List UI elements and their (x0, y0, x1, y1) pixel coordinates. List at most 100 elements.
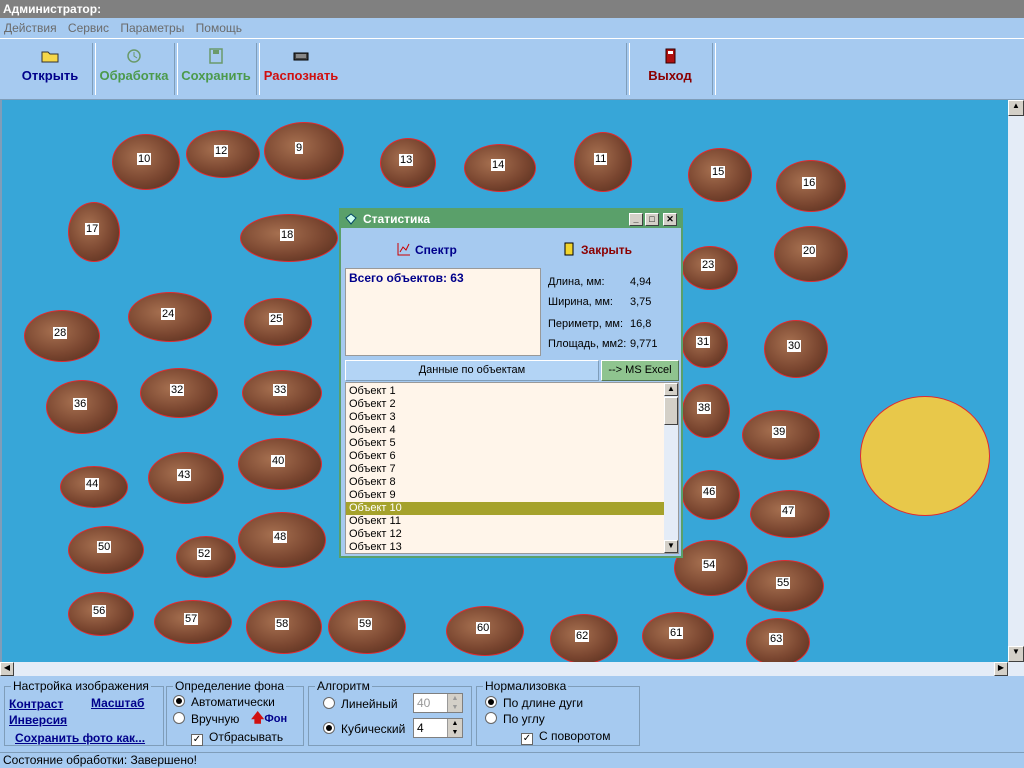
exit-button-label: Выход (648, 68, 692, 83)
export-excel-button[interactable]: --> MS Excel (601, 360, 679, 381)
scroll-down-button[interactable]: ▼ (1008, 646, 1024, 662)
save-photo-link[interactable]: Сохранить фото как... (15, 731, 145, 745)
spectrum-button[interactable]: Спектр (397, 242, 457, 257)
cubic-spinner-value: 4 (417, 721, 424, 735)
linear-radio-dot (323, 697, 335, 709)
auto-radio-label: Автоматически (191, 695, 275, 709)
close-dialog-button-label: Закрыть (581, 243, 633, 257)
vertical-scrollbar[interactable]: ▲ ▼ (1008, 100, 1024, 662)
menu-actions[interactable]: Действия (0, 18, 61, 38)
cubic-radio[interactable]: Кубический (323, 722, 405, 736)
image-settings-title: Настройка изображения (11, 679, 151, 693)
discard-checkbox[interactable]: ✓ Отбрасывать (191, 730, 283, 746)
recognize-button[interactable]: Распознать (260, 42, 342, 96)
floppy-disk-icon (209, 48, 223, 64)
save-button-label: Сохранить (181, 68, 251, 83)
object-list-item[interactable]: Объект 1 (346, 385, 664, 398)
close-window-button[interactable]: ✕ (663, 213, 677, 226)
inversion-link[interactable]: Инверсия (9, 713, 67, 727)
object-list-item[interactable]: Объект 13 (346, 541, 664, 553)
linear-spinner-arrows[interactable]: ▲ ▼ (447, 694, 462, 712)
contrast-link[interactable]: Контраст (9, 697, 63, 711)
manual-radio[interactable]: Вручную (173, 712, 239, 726)
scroll-up-button[interactable]: ▲ (1008, 100, 1024, 116)
exit-button[interactable]: Выход (630, 42, 710, 96)
linear-radio[interactable]: Линейный (323, 697, 398, 711)
grain-label-36: 36 (73, 398, 88, 410)
grain-label-40: 40 (271, 455, 286, 467)
calibration-coin (860, 396, 990, 516)
objects-list[interactable]: Объект 1 Объект 2 Объект 3 Объект 4 Объект 5… (345, 382, 679, 554)
grain-label-54: 54 (702, 559, 717, 571)
grain-label-52: 52 (197, 548, 212, 560)
by-angle-radio-dot (485, 712, 497, 724)
grain-label-44: 44 (85, 478, 100, 490)
grain-label-57: 57 (184, 613, 199, 625)
by-angle-radio[interactable]: По углу (485, 712, 545, 726)
object-list-item[interactable]: Объект 5 (346, 437, 664, 450)
grain-label-46: 46 (702, 486, 717, 498)
list-scrollbar[interactable]: ▲ ▼ (664, 383, 678, 553)
cubic-spinner-arrows[interactable]: ▲ ▼ (447, 719, 462, 737)
scale-link[interactable]: Масштаб (91, 696, 144, 710)
linear-spinner[interactable]: 40 ▲ ▼ (413, 693, 463, 713)
menu-help[interactable]: Помощь (192, 18, 246, 38)
normalization-title: Нормализовка (483, 679, 569, 693)
scroll-left-button[interactable]: ◀ (0, 662, 14, 676)
list-scroll-down-button[interactable]: ▼ (664, 540, 678, 553)
save-button[interactable]: Сохранить (178, 42, 254, 96)
by-length-radio-label: По длине дуги (503, 696, 584, 710)
menu-parameters[interactable]: Параметры (116, 18, 188, 38)
window-title-bar: Администратор: (0, 0, 1024, 18)
rotation-checkbox-box: ✓ (521, 733, 533, 745)
length-label: Длина, мм: (548, 276, 605, 288)
by-length-radio[interactable]: По длине дуги (485, 696, 583, 710)
statistics-dialog-title: Статистика (363, 212, 431, 226)
object-list-item[interactable]: Объект 8 (346, 476, 664, 489)
area-label: Площадь, мм2: (548, 338, 627, 350)
width-label: Ширина, мм: (548, 296, 613, 308)
object-data-button[interactable]: Данные по объектам (345, 360, 599, 381)
discard-checkbox-box: ✓ (191, 734, 203, 746)
object-list-item[interactable]: Объект 2 (346, 398, 664, 411)
minimize-button[interactable]: _ (629, 213, 643, 226)
list-scroll-thumb[interactable] (664, 397, 678, 425)
auto-radio[interactable]: Автоматически (173, 695, 275, 709)
scroll-right-button[interactable]: ▶ (994, 662, 1008, 676)
open-button[interactable]: Открыть (10, 42, 90, 96)
object-list-item[interactable]: Объект 7 (346, 463, 664, 476)
rotation-checkbox[interactable]: ✓ С поворотом (521, 729, 610, 745)
total-objects: Всего объектов: 63 (349, 271, 464, 285)
object-list-item[interactable]: Объект 6 (346, 450, 664, 463)
grain-label-56: 56 (92, 605, 107, 617)
grain-label-9: 9 (295, 142, 304, 154)
close-dialog-button[interactable]: Закрыть (563, 242, 632, 257)
object-list-item[interactable]: Объект 11 (346, 515, 664, 528)
status-bar: Состояние обработки: Завершено! (0, 752, 1024, 768)
list-scroll-up-button[interactable]: ▲ (664, 383, 678, 396)
maximize-button[interactable]: □ (645, 213, 659, 226)
grain-label-31: 31 (696, 336, 711, 348)
process-button-label: Обработка (99, 68, 169, 83)
grain-label-38: 38 (697, 402, 712, 414)
rotation-checkbox-label: С поворотом (539, 729, 611, 743)
cubic-spinner[interactable]: 4 ▲ ▼ (413, 718, 463, 738)
grain-label-55: 55 (776, 577, 791, 589)
object-list-item[interactable]: Объект 9 (346, 489, 664, 502)
object-list-item[interactable]: Объект 3 (346, 411, 664, 424)
background-detection-title: Определение фона (173, 679, 287, 693)
objects-list-items: Объект 1 Объект 2 Объект 3 Объект 4 Объект 5… (346, 385, 664, 553)
grain-label-28: 28 (53, 327, 68, 339)
object-list-item[interactable]: Объект 4 (346, 424, 664, 437)
menu-service[interactable]: Сервис (64, 18, 113, 38)
background-button[interactable]: 🡅Фон (251, 709, 287, 731)
grain-label-15: 15 (711, 166, 726, 178)
object-list-item[interactable]: Объект 10 (346, 502, 664, 515)
process-button[interactable]: Обработка (96, 42, 172, 96)
object-list-item[interactable]: Объект 12 (346, 528, 664, 541)
grain-label-59: 59 (358, 618, 373, 630)
horizontal-scrollbar[interactable]: ◀ ▶ (0, 662, 1024, 676)
cubic-radio-label: Кубический (341, 722, 406, 736)
summary-box: Всего объектов: 63 (345, 268, 541, 356)
manual-radio-dot (173, 712, 185, 724)
